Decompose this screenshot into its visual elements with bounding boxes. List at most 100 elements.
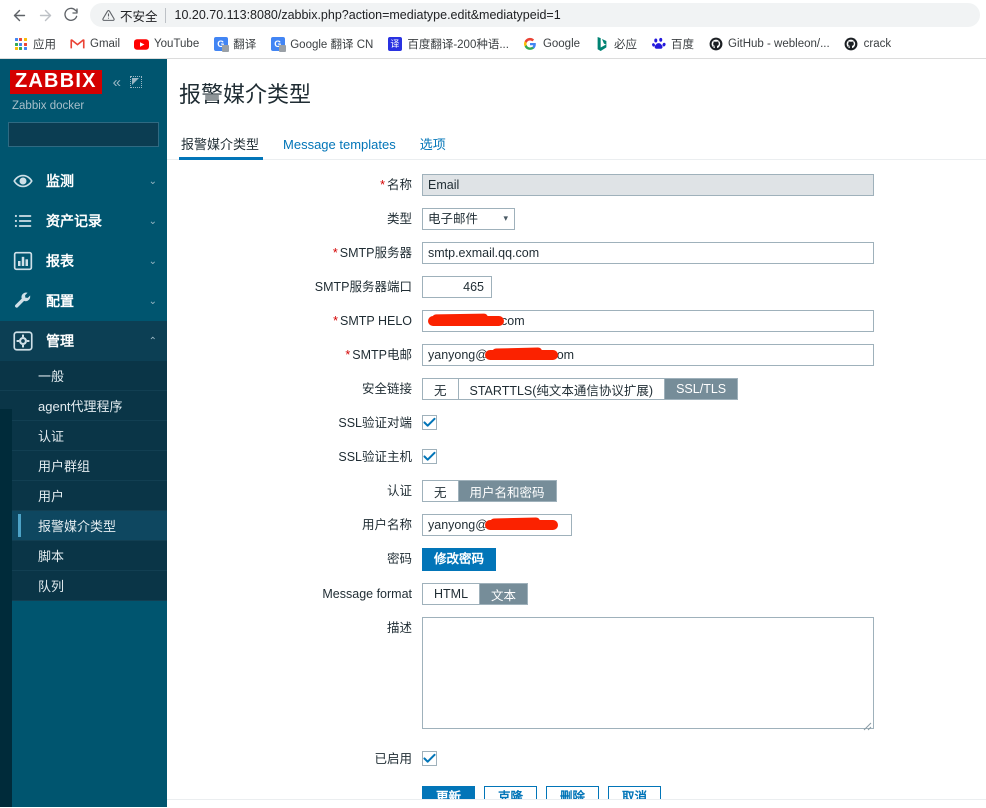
bookmark-google-translate-cn[interactable]: G Google 翻译 CN <box>263 33 380 55</box>
control-enabled <box>422 748 986 769</box>
label-type: 类型 <box>386 212 412 226</box>
label-smtp-server: * SMTP服务器 <box>332 246 412 260</box>
google-translate-icon: G <box>213 37 229 52</box>
authentication-option-none[interactable]: 无 <box>423 481 459 501</box>
bookmark-apps[interactable]: 应用 <box>6 33 63 55</box>
bookmark-youtube[interactable]: YouTube <box>127 33 206 55</box>
security-option-ssltls[interactable]: SSL/TLS <box>665 379 738 399</box>
sidebar-item-scripts[interactable]: 脚本 <box>0 541 167 571</box>
control-password: 修改密码 <box>422 548 986 571</box>
control-description <box>422 617 986 734</box>
bookmark-label: Gmail <box>90 38 121 50</box>
sidebar-item-media-types[interactable]: 报警媒介类型 <box>0 511 167 541</box>
sidebar-item-configuration[interactable]: 配置 ⌄ <box>0 281 167 321</box>
github-icon <box>844 37 859 52</box>
smtp-email-input[interactable] <box>422 344 874 366</box>
tab-options[interactable]: 选项 <box>420 138 460 159</box>
label-smtp-port: SMTP服务器端口 <box>314 280 412 294</box>
sidebar-item-user-groups[interactable]: 用户群组 <box>0 451 167 481</box>
bookmark-label: GitHub - webleon/... <box>728 38 830 50</box>
chevron-down-icon: ⌄ <box>148 255 157 267</box>
authentication-option-userpass[interactable]: 用户名和密码 <box>458 481 556 501</box>
expand-collapse-icon[interactable] <box>130 76 142 88</box>
message-format-option-html[interactable]: HTML <box>423 584 481 604</box>
sidebar-item-monitoring[interactable]: 监测 ⌄ <box>0 161 167 201</box>
bookmark-label: 百度翻译-200种语... <box>407 39 509 51</box>
search-box[interactable] <box>8 122 167 147</box>
tab-media-type[interactable]: 报警媒介类型 <box>179 138 273 160</box>
bookmark-crack[interactable]: crack <box>837 33 898 55</box>
zabbix-logo[interactable]: ZABBIX <box>10 70 102 94</box>
sidebar-item-users[interactable]: 用户 <box>0 481 167 511</box>
sidebar-item-administration[interactable]: 管理 ⌃ <box>0 321 167 361</box>
eye-icon <box>12 170 34 192</box>
baidu-icon <box>651 37 666 52</box>
required-marker: * <box>332 246 338 260</box>
bookmark-gmail[interactable]: Gmail <box>63 33 127 55</box>
sidebar-item-queue[interactable]: 队列 <box>0 571 167 601</box>
description-textarea[interactable] <box>422 617 874 729</box>
reload-icon[interactable] <box>58 2 84 28</box>
sidebar-item-general[interactable]: 一般 <box>0 361 167 391</box>
smtp-helo-input[interactable] <box>422 310 874 332</box>
username-input[interactable] <box>422 514 572 536</box>
bookmark-bing[interactable]: 必应 <box>587 33 644 55</box>
bookmark-label: 必应 <box>614 39 638 51</box>
field-row-description: 描述 <box>167 617 986 734</box>
ssl-verify-peer-checkbox[interactable] <box>422 415 437 430</box>
field-row-password: 密码 修改密码 <box>167 548 986 571</box>
required-marker: * <box>380 178 385 192</box>
bookmark-baidu-translate[interactable]: 译 百度翻译-200种语... <box>380 33 516 55</box>
control-message-format: HTML 文本 <box>422 583 986 605</box>
security-option-none[interactable]: 无 <box>423 379 459 399</box>
label-ssl-verify-peer: SSL验证对端 <box>338 416 412 430</box>
double-chevron-left-icon[interactable]: « <box>113 75 121 90</box>
ssl-verify-host-checkbox[interactable] <box>422 449 437 464</box>
bookmark-baidu[interactable]: 百度 <box>644 33 701 55</box>
change-password-button[interactable]: 修改密码 <box>422 548 497 571</box>
bookmark-translate[interactable]: G 翻译 <box>206 33 263 55</box>
field-row-ssl-verify-peer: SSL验证对端 <box>167 412 986 434</box>
label-smtp-helo: * SMTP HELO <box>333 314 412 328</box>
sidebar-subitem-label: 一般 <box>38 369 65 384</box>
label-ssl-verify-host: SSL验证主机 <box>338 450 412 464</box>
smtp-port-input[interactable] <box>422 276 492 298</box>
label-password: 密码 <box>386 552 412 566</box>
message-format-option-text[interactable]: 文本 <box>480 584 528 604</box>
forward-arrow-icon[interactable] <box>32 2 58 28</box>
bookmark-label: 翻译 <box>233 39 257 51</box>
type-select[interactable]: 电子邮件 <box>422 208 515 230</box>
bookmark-google[interactable]: Google <box>516 33 587 55</box>
search-input[interactable] <box>15 126 167 143</box>
browser-toolbar: 不安全 10.20.70.113:8080/zabbix.php?action=… <box>0 0 986 30</box>
enabled-checkbox[interactable] <box>422 751 437 766</box>
bookmark-github-webleon[interactable]: GitHub - webleon/... <box>701 33 837 55</box>
label-name: * 名称 <box>380 178 412 192</box>
tab-message-templates[interactable]: Message templates <box>283 138 410 159</box>
field-row-message-format: Message format HTML 文本 <box>167 583 986 605</box>
github-icon <box>708 37 723 52</box>
back-arrow-icon[interactable] <box>6 2 32 28</box>
control-ssl-verify-host <box>422 446 986 467</box>
sidebar-item-proxies[interactable]: agent代理程序 <box>0 391 167 421</box>
address-bar[interactable]: 不安全 10.20.70.113:8080/zabbix.php?action=… <box>90 3 980 27</box>
field-row-ssl-verify-host: SSL验证主机 <box>167 446 986 468</box>
sidebar-item-inventory[interactable]: 资产记录 ⌄ <box>0 201 167 241</box>
security-radio-group: 无 STARTTLS(纯文本通信协议扩展) SSL/TLS <box>422 378 739 400</box>
page-title: 报警媒介类型 <box>179 82 312 107</box>
browser-chrome: 不安全 10.20.70.113:8080/zabbix.php?action=… <box>0 0 986 59</box>
label-description: 描述 <box>386 621 412 635</box>
control-smtp-port <box>422 276 986 298</box>
smtp-server-input[interactable] <box>422 242 874 264</box>
label-enabled: 已启用 <box>374 752 412 766</box>
bookmark-label: 百度 <box>671 39 695 51</box>
field-row-username: 用户名称 <box>167 514 986 536</box>
youtube-icon <box>134 37 150 52</box>
sidebar-item-authentication[interactable]: 认证 <box>0 421 167 451</box>
field-row-smtp-email: * SMTP电邮 <box>167 344 986 366</box>
control-username <box>422 514 986 536</box>
sidebar-item-reports[interactable]: 报表 ⌄ <box>0 241 167 281</box>
security-option-starttls[interactable]: STARTTLS(纯文本通信协议扩展) <box>458 379 666 399</box>
name-input[interactable] <box>422 174 874 196</box>
tab-bar: 报警媒介类型 Message templates 选项 <box>167 127 986 160</box>
